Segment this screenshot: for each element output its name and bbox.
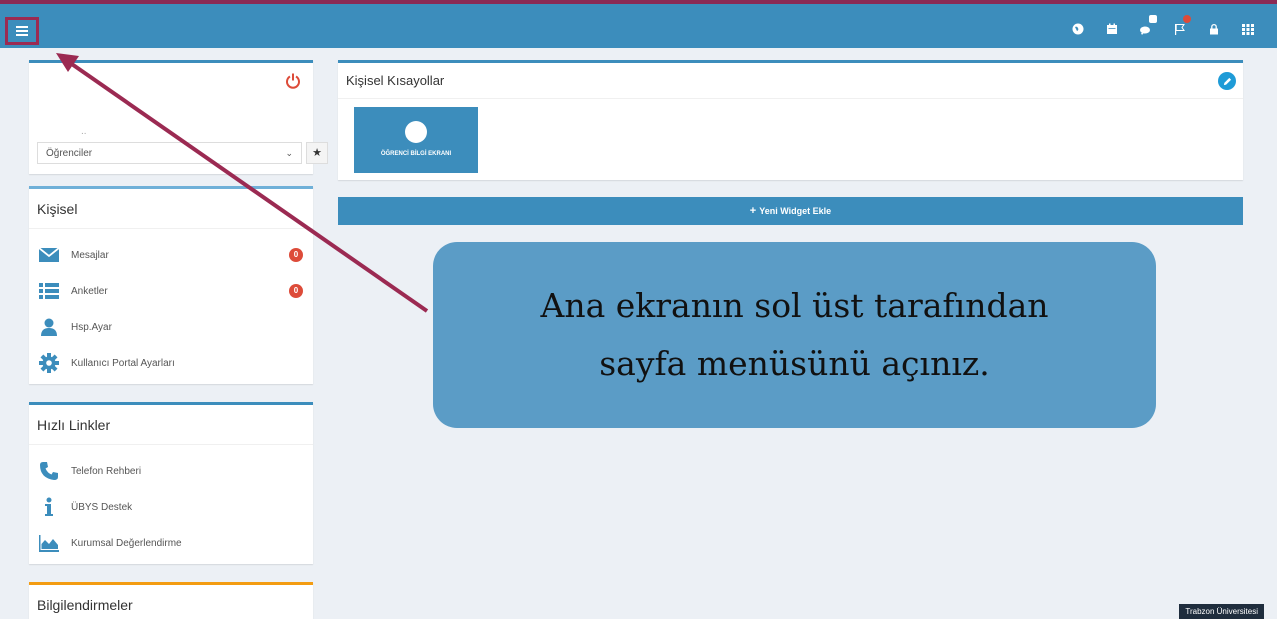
account-settings-label: Hsp.Ayar bbox=[71, 321, 112, 333]
link-ubys-support[interactable]: ÜBYS Destek bbox=[35, 489, 307, 525]
edit-shortcuts-button[interactable] bbox=[1218, 72, 1236, 90]
quick-links-title: Hızlı Linkler bbox=[29, 405, 313, 445]
envelope-icon bbox=[37, 243, 61, 267]
personal-panel-title: Kişisel bbox=[29, 189, 313, 229]
messages-count-badge: 0 bbox=[289, 248, 303, 262]
portal-settings-label: Kullanıcı Portal Ayarları bbox=[71, 357, 175, 369]
institutional-evaluation-label: Kurumsal Değerlendirme bbox=[71, 537, 182, 549]
role-select-value: Öğrenciler bbox=[46, 148, 93, 159]
power-icon[interactable] bbox=[285, 73, 301, 89]
phone-icon bbox=[37, 459, 61, 483]
ubys-support-label: ÜBYS Destek bbox=[71, 501, 133, 513]
hamburger-menu-icon[interactable] bbox=[5, 17, 39, 45]
surveys-count-badge: 0 bbox=[289, 284, 303, 298]
notifications-title: Bilgilendirmeler bbox=[29, 585, 313, 619]
phone-directory-label: Telefon Rehberi bbox=[71, 465, 142, 477]
navbar-icons bbox=[1059, 15, 1263, 40]
role-select[interactable]: Öğrenciler ⌄ bbox=[37, 142, 302, 164]
user-name-placeholder: .. bbox=[81, 126, 87, 137]
link-phone-directory[interactable]: Telefon Rehberi bbox=[35, 453, 307, 489]
chat-badge bbox=[1149, 15, 1157, 23]
link-institutional-evaluation[interactable]: Kurumsal Değerlendirme bbox=[35, 525, 307, 561]
star-icon: ★ bbox=[312, 147, 322, 159]
globe-icon[interactable] bbox=[1063, 18, 1093, 40]
grid-icon[interactable] bbox=[1233, 18, 1263, 40]
info-icon bbox=[37, 495, 61, 519]
calendar-icon[interactable] bbox=[1097, 18, 1127, 40]
user-icon bbox=[37, 315, 61, 339]
plus-icon: + bbox=[749, 205, 757, 217]
favorite-star-button[interactable]: ★ bbox=[306, 142, 328, 164]
gear-icon bbox=[37, 351, 61, 375]
flag-badge bbox=[1183, 15, 1191, 23]
callout-line-1: Ana ekranın sol üst tarafından bbox=[540, 286, 1049, 325]
list-icon bbox=[37, 279, 61, 303]
surveys-label: Anketler bbox=[71, 285, 108, 297]
add-widget-button[interactable]: + Yeni Widget Ekle bbox=[338, 197, 1243, 225]
user-panel: .. Öğrenciler ⌄ ★ bbox=[29, 60, 328, 174]
chat-icon[interactable] bbox=[1131, 15, 1161, 40]
pencil-icon bbox=[1223, 77, 1231, 85]
student-info-tile-label: ÖĞRENCİ BİLGİ EKRANI bbox=[380, 151, 452, 157]
notifications-panel: Bilgilendirmeler bbox=[29, 582, 313, 619]
add-widget-label: Yeni Widget Ekle bbox=[759, 206, 832, 216]
list-item-surveys[interactable]: Anketler 0 bbox=[35, 273, 307, 309]
list-item-portal-settings[interactable]: Kullanıcı Portal Ayarları bbox=[35, 345, 307, 381]
instruction-callout: Ana ekranın sol üst tarafından sayfa men… bbox=[433, 242, 1156, 428]
tile-circle-icon bbox=[405, 121, 427, 143]
callout-line-2: sayfa menüsünü açınız. bbox=[599, 344, 990, 383]
shortcuts-title: Kişisel Kısayollar bbox=[338, 63, 1243, 99]
personal-panel: Kişisel Mesajlar 0 Anketler 0 Hsp.Ayar K… bbox=[29, 186, 313, 384]
list-item-account-settings[interactable]: Hsp.Ayar bbox=[35, 309, 307, 345]
footer-badge: Trabzon Üniversitesi bbox=[1179, 604, 1264, 619]
shortcuts-panel: Kişisel Kısayollar ÖĞRENCİ BİLGİ EKRANI bbox=[338, 60, 1243, 180]
top-navbar bbox=[0, 0, 1277, 48]
chevron-down-icon: ⌄ bbox=[285, 148, 293, 158]
list-item-messages[interactable]: Mesajlar 0 bbox=[35, 237, 307, 273]
student-info-tile[interactable]: ÖĞRENCİ BİLGİ EKRANI bbox=[354, 107, 478, 173]
area-chart-icon bbox=[37, 531, 61, 555]
lock-icon[interactable] bbox=[1199, 18, 1229, 40]
flag-icon[interactable] bbox=[1165, 15, 1195, 40]
quick-links-panel: Hızlı Linkler Telefon Rehberi ÜBYS Deste… bbox=[29, 402, 313, 564]
messages-label: Mesajlar bbox=[71, 249, 109, 261]
